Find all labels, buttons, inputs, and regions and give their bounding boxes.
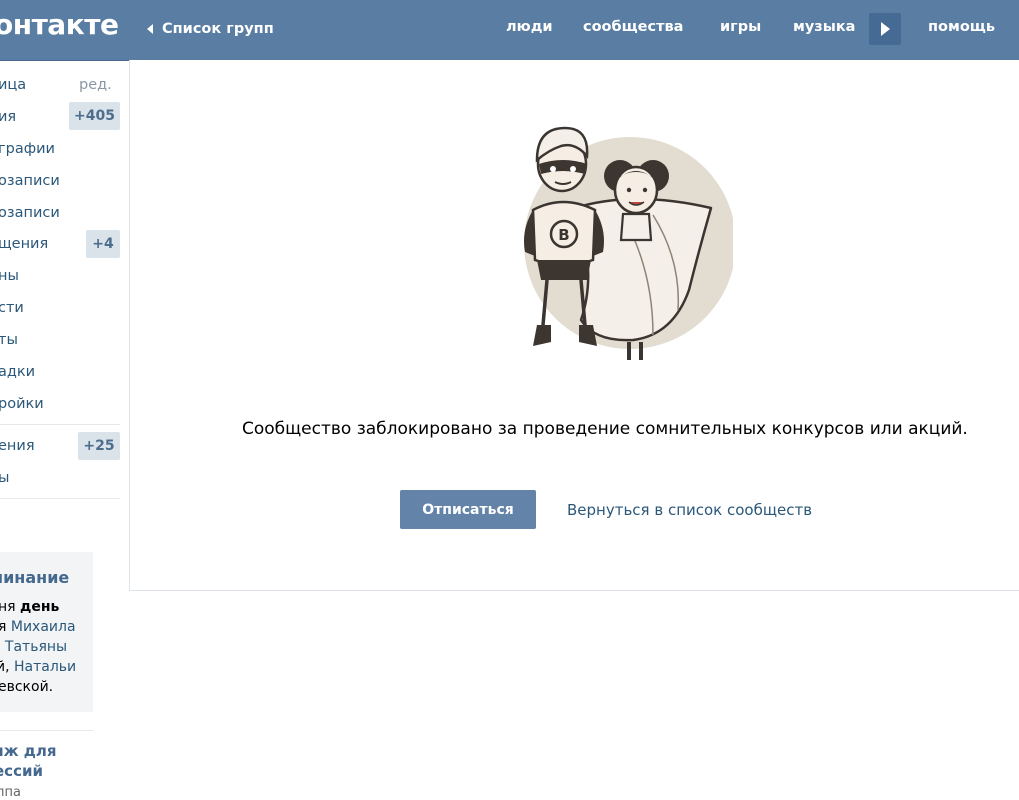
play-right-icon [881,22,890,36]
top-bar: онтакте Список групп люди сообщества игр… [0,0,1019,61]
promo-subtitle: ппа [0,785,21,800]
reminder-friend-link[interactable]: Татьяны [5,639,67,655]
sidebar-item-label: графии [0,141,55,157]
apps-counter-badge[interactable]: +25 [78,432,120,460]
sidebar-item-label: ройки [0,396,44,412]
back-to-communities-link[interactable]: Вернуться в список сообществ [567,501,812,519]
nav-people[interactable]: люди [506,19,553,35]
sidebar-item-games[interactable]: ы [0,467,120,491]
svg-text:B: B [558,226,569,244]
nav-music[interactable]: музыка [793,19,855,35]
reminder-friend-link[interactable]: Натальи [14,659,76,675]
friends-counter-badge[interactable]: +405 [69,102,120,130]
nav-help[interactable]: помощь [928,19,995,35]
sidebar-divider [0,730,93,731]
reminder-title: минание [0,568,70,587]
sidebar-item-label: ица [0,77,27,93]
messages-counter-badge[interactable]: +4 [86,230,120,258]
sidebar-item-bookmarks[interactable]: адки [0,361,120,385]
nav-games[interactable]: игры [720,19,761,35]
birthday-reminder: минание ня день я Михаила , Татьяны й, Н… [0,552,93,712]
sidebar-item-my-page[interactable]: ица [0,74,120,98]
sidebar-item-label: озаписи [0,205,60,221]
sidebar-item-label: озаписи [0,173,60,189]
unsubscribe-button[interactable]: Отписаться [400,490,536,529]
reminder-line: евской. [0,679,54,695]
reminder-friend-link[interactable]: Михаила [11,619,76,635]
sidebar-item-audio[interactable]: озаписи [0,202,120,226]
sidebar-item-groups[interactable]: ны [0,265,120,289]
sidebar-item-settings[interactable]: ройки [0,393,120,417]
sidebar-item-news[interactable]: сти [0,297,120,321]
sidebar-item-label: ы [0,470,10,486]
nav-communities[interactable]: сообщества [583,19,683,35]
arrow-left-icon [147,24,153,34]
sidebar-divider [0,498,120,499]
nav-more-button[interactable] [869,13,901,45]
main-content-panel: B Сообщество заблокировано за проведение… [129,60,1019,591]
site-logo[interactable]: онтакте [0,8,119,41]
sidebar-item-label: ения [0,438,35,454]
promo-title[interactable]: ессий [0,762,43,780]
reminder-line: ня день [0,599,60,615]
sidebar-item-label: ия [0,109,17,125]
sidebar-item-label: адки [0,364,36,380]
reminder-line: я Михаила [0,619,76,635]
sidebar-item-label: щения [0,236,49,252]
promo-title[interactable]: яж для [0,742,57,760]
sidebar-item-label: ты [0,332,18,348]
sidebar-divider [0,424,120,425]
sidebar-item-videos[interactable]: озаписи [0,170,120,194]
sidebar-item-photos[interactable]: графии [0,138,120,162]
reminder-line: , Татьяны [0,639,67,655]
back-to-groups-link[interactable]: Список групп [147,19,274,39]
sidebar-item-label: сти [0,300,24,316]
sidebar-item-label: ны [0,268,19,284]
reminder-line: й, Натальи [0,659,77,675]
sidebar-item-comments[interactable]: ты [0,329,120,353]
community-blocked-message: Сообщество заблокировано за проведение с… [242,419,968,439]
superhero-illustration: B [524,126,733,360]
back-to-groups-label: Список групп [162,21,274,37]
